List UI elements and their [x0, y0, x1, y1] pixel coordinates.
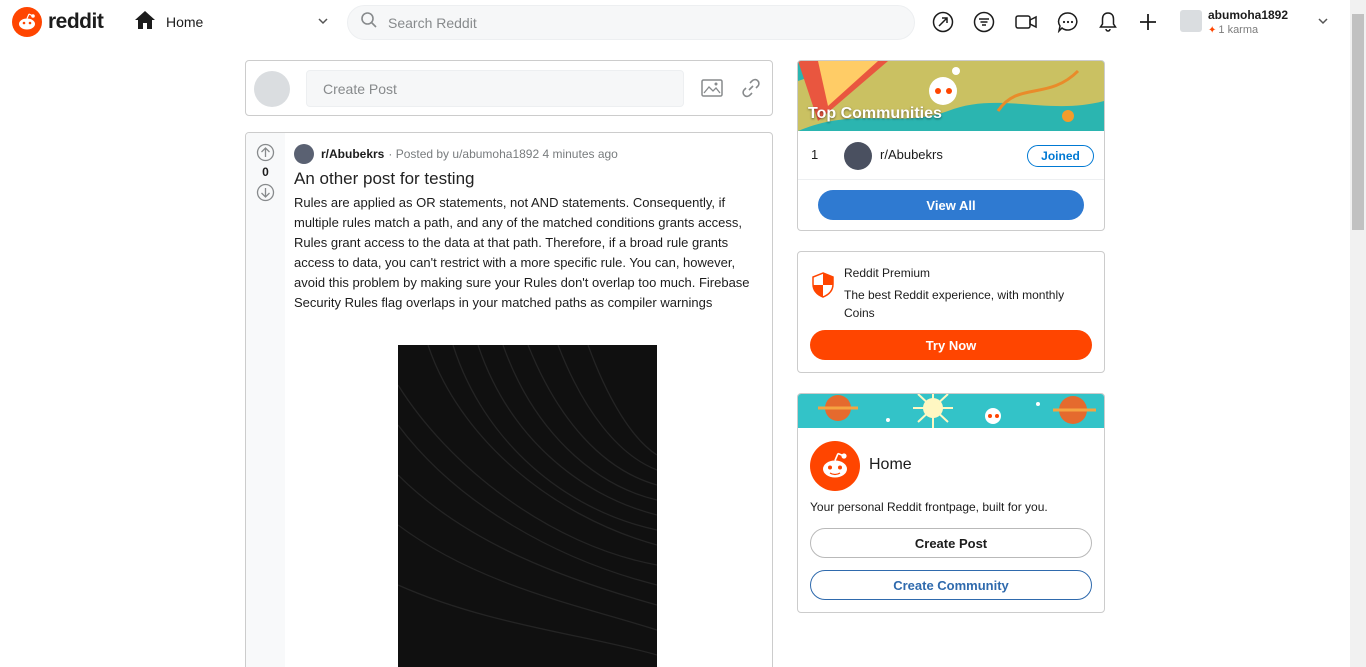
top-communities-title: Top Communities — [808, 105, 942, 122]
post-image[interactable] — [398, 345, 657, 667]
create-post-button[interactable]: Create Post — [810, 528, 1092, 558]
subreddit-link[interactable]: r/Abubekrs — [321, 147, 384, 161]
joined-button[interactable]: Joined — [1027, 145, 1094, 167]
chevron-down-icon — [316, 14, 330, 33]
page-scrollbar[interactable] — [1350, 0, 1366, 667]
create-post-input[interactable] — [306, 70, 684, 107]
notification-bell-icon[interactable] — [1096, 10, 1120, 34]
home-card: Home Your personal Reddit frontpage, bui… — [797, 393, 1105, 613]
home-banner — [798, 394, 1104, 428]
post-title[interactable]: An other post for testing — [294, 169, 475, 189]
vote-score: 0 — [262, 165, 269, 179]
chevron-down-icon — [1317, 14, 1329, 32]
username: abumoha1892 — [1208, 8, 1289, 22]
reddit-snoo-icon — [12, 7, 42, 37]
subreddit-icon[interactable] — [294, 144, 314, 164]
home-card-title: Home — [869, 456, 912, 473]
reddit-premium-card: Reddit Premium The best Reddit experienc… — [797, 251, 1105, 373]
karma-label: 1 karma — [1218, 24, 1259, 36]
create-post-box — [245, 60, 773, 116]
home-card-description: Your personal Reddit frontpage, built fo… — [810, 500, 1048, 514]
video-icon[interactable] — [1014, 10, 1038, 34]
feed-selector-label: Home — [166, 14, 204, 30]
chat-icon[interactable] — [1056, 10, 1080, 34]
search-bar[interactable] — [347, 5, 915, 40]
popular-icon[interactable] — [931, 10, 955, 34]
create-community-button[interactable]: Create Community — [810, 570, 1092, 600]
karma-icon: ✦ — [1208, 25, 1217, 36]
reddit-logo[interactable]: reddit — [12, 7, 104, 37]
top-navbar: reddit Home abumoha1892 ✦1 karma — [0, 0, 1350, 44]
premium-title: Reddit Premium — [844, 266, 931, 280]
image-upload-icon[interactable] — [701, 78, 723, 103]
create-plus-icon[interactable] — [1136, 10, 1160, 34]
link-icon[interactable] — [741, 78, 761, 103]
community-rank: 1 — [811, 147, 819, 162]
premium-shield-icon — [812, 272, 834, 303]
community-name[interactable]: r/Abubekrs — [880, 147, 943, 162]
post-card[interactable]: 0 r/Abubekrs · Posted by u/abumoha1892 4… — [245, 132, 773, 667]
avatar[interactable] — [254, 71, 290, 107]
feed-filter-icon[interactable] — [972, 10, 996, 34]
premium-description: The best Reddit experience, with monthly… — [844, 288, 1065, 320]
reddit-snoo-icon — [810, 441, 860, 491]
search-input[interactable] — [388, 14, 888, 31]
post-body: Rules are applied as OR statements, not … — [294, 195, 750, 310]
top-communities-banner: Top Communities — [798, 61, 1104, 131]
karma-count: ✦ 1 karma — [1208, 24, 1258, 36]
search-icon — [360, 11, 378, 34]
avatar — [1180, 10, 1202, 32]
community-icon — [844, 142, 872, 170]
logo-wordmark: reddit — [48, 10, 104, 33]
view-all-button[interactable]: View All — [818, 190, 1084, 220]
feed-selector-dropdown[interactable]: Home — [134, 10, 334, 34]
post-meta: r/Abubekrs · Posted by u/abumoha1892 4 m… — [294, 144, 618, 164]
post-author-time: · Posted by u/abumoha1892 4 minutes ago — [388, 147, 618, 161]
vote-column: 0 — [246, 133, 285, 667]
user-menu[interactable]: abumoha1892 ✦ 1 karma — [1180, 6, 1335, 38]
community-row[interactable]: 1 r/Abubekrs Joined — [798, 132, 1104, 180]
top-communities-card: Top Communities 1 r/Abubekrs Joined View… — [797, 60, 1105, 231]
scrollbar-thumb[interactable] — [1352, 14, 1364, 230]
try-now-button[interactable]: Try Now — [810, 330, 1092, 360]
home-icon — [134, 10, 156, 35]
downvote-icon[interactable] — [256, 183, 275, 207]
upvote-icon[interactable] — [256, 143, 275, 167]
